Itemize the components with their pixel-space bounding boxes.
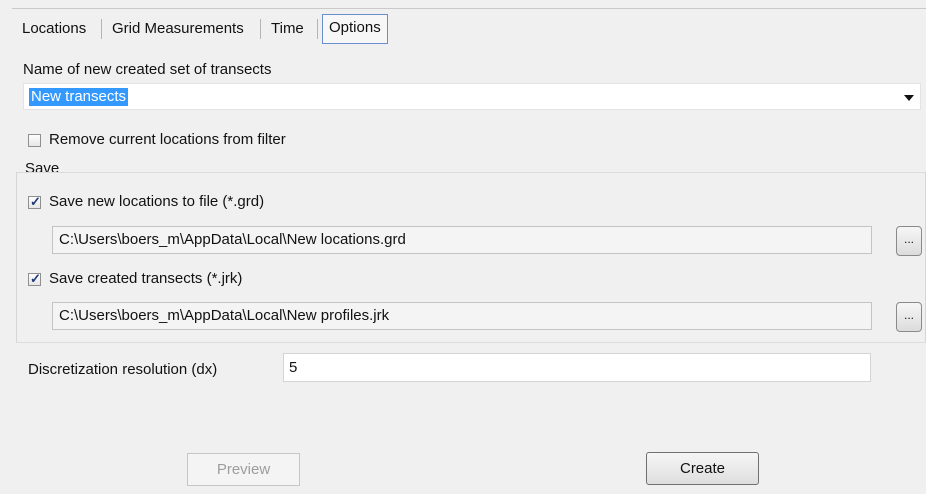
save-transects-label: Save created transects (*.jrk)	[49, 270, 243, 287]
tab-options[interactable]: Options	[322, 14, 388, 44]
tab-separator	[260, 19, 261, 39]
save-locations-checkbox[interactable]: ✓	[28, 194, 41, 209]
remove-locations-label: Remove current locations from filter	[49, 131, 286, 148]
tab-time[interactable]: Time	[265, 15, 310, 43]
tab-locations[interactable]: Locations	[16, 15, 92, 43]
top-divider	[12, 8, 926, 9]
name-field-label: Name of new created set of transects	[23, 61, 272, 78]
browse-locations-button[interactable]: ...	[896, 226, 922, 256]
remove-locations-checkbox[interactable]	[28, 134, 41, 147]
tab-grid-measurements[interactable]: Grid Measurements	[106, 15, 250, 43]
checkmark-icon: ✓	[30, 194, 41, 209]
save-locations-label: Save new locations to file (*.grd)	[49, 193, 265, 210]
browse-transects-button[interactable]: ...	[896, 302, 922, 332]
dropdown-arrow-icon[interactable]	[904, 95, 914, 101]
save-group-border	[16, 342, 926, 343]
tab-separator	[101, 19, 102, 39]
tab-separator	[317, 19, 318, 39]
create-button[interactable]: Create	[646, 452, 759, 485]
save-transects-checkbox[interactable]: ✓	[28, 271, 41, 286]
locations-path-field[interactable]: C:\Users\boers_m\AppData\Local\New locat…	[52, 226, 872, 254]
transect-name-value[interactable]: New transects	[29, 88, 129, 106]
resolution-label: Discretization resolution (dx)	[28, 361, 218, 378]
resolution-input[interactable]: 5	[283, 353, 871, 382]
preview-button[interactable]: Preview	[187, 453, 300, 486]
checkmark-icon: ✓	[30, 271, 41, 286]
transects-path-field[interactable]: C:\Users\boers_m\AppData\Local\New profi…	[52, 302, 872, 330]
transect-name-combobox[interactable]: New transects	[23, 83, 921, 110]
